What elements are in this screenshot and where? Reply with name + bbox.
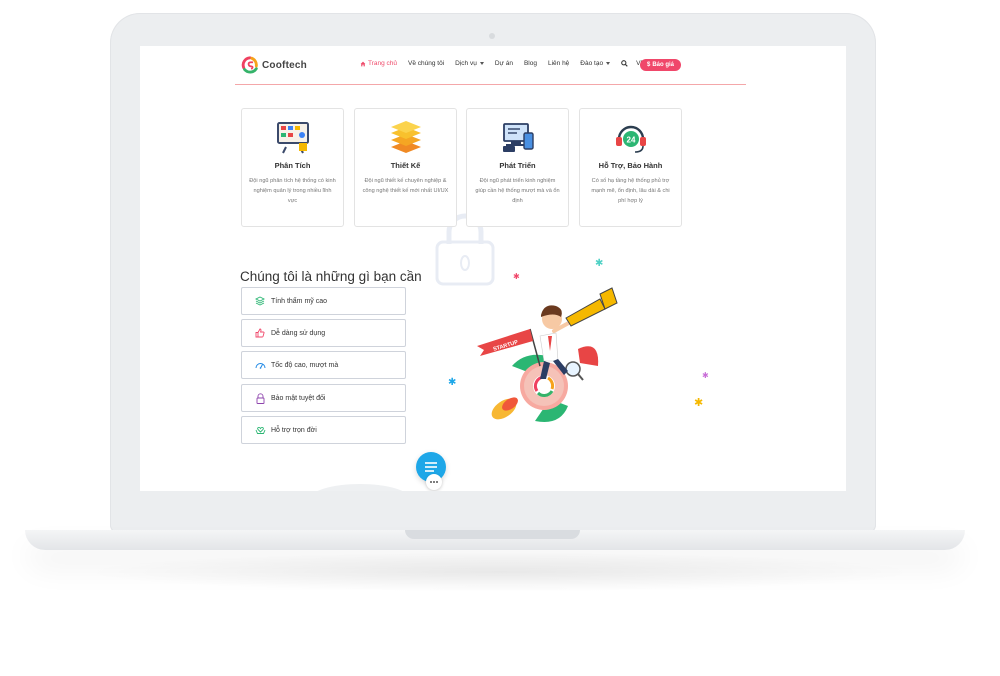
sparkle-icon: ✱ (694, 397, 703, 409)
search-button[interactable] (621, 60, 628, 67)
card-description: Đội ngũ thiết kế chuyên nghiệp & công ng… (362, 178, 449, 194)
site-logo[interactable]: Cooftech (241, 56, 307, 74)
nav-item-training[interactable]: Đào tạo (580, 60, 611, 67)
heart-hands-icon (254, 424, 266, 436)
nav-label: Trang chủ (368, 60, 398, 67)
chevron-down-icon (606, 62, 611, 65)
startup-rocket-illustration: ✱ ✱ ✱ ✱ ✱ STARTUP (448, 258, 709, 422)
sparkle-icon: ✱ (702, 371, 709, 380)
chat-typing-indicator[interactable] (426, 474, 442, 490)
header-divider (235, 84, 746, 85)
home-icon (360, 61, 366, 66)
feature-label: Dễ dàng sử dụng (271, 329, 326, 337)
feature-card-support[interactable]: 24 Hỗ Trợ, Bảo Hành Có số hạ tầng hệ thố… (579, 108, 682, 227)
feature-card-development[interactable]: Phát Triển Đội ngũ phát triển kinh nghiệ… (466, 108, 569, 227)
feature-item-aesthetics[interactable]: Tính thẩm mỹ cao (241, 287, 406, 315)
quote-button-label: Báo giá (652, 62, 675, 68)
feature-item-lifetime-support[interactable]: Hỗ trợ trọn đời (241, 416, 406, 444)
card-title: Thiết Kế (390, 161, 421, 170)
support-headset-icon: 24 (616, 125, 646, 153)
logo-text: Cooftech (262, 59, 307, 71)
dollar-icon: $ (647, 62, 651, 68)
main-nav: Trang chủ Về chúng tôi Dịch vụ Dự án Blo… (360, 60, 663, 67)
website-screen: Cooftech Trang chủ Về chúng tôi Dịch vụ … (140, 46, 846, 491)
feature-item-security[interactable]: Bảo mật tuyệt đối (241, 384, 406, 412)
nav-item-home[interactable]: Trang chủ (360, 60, 397, 67)
feature-card-design[interactable]: Thiết Kế Đội ngũ thiết kế chuyên nghiệp … (354, 108, 457, 227)
nav-label: Về chúng tôi (408, 60, 445, 67)
analysis-board-icon (277, 122, 309, 154)
support-badge: 24 (627, 136, 636, 145)
nav-label: Đào tạo (580, 60, 604, 67)
nav-label: Liên hệ (547, 60, 570, 67)
feature-label: Tốc độ cao, mượt mà (271, 361, 339, 369)
cooftech-logo-icon (241, 56, 258, 74)
lock-icon (254, 392, 266, 404)
nav-item-contact[interactable]: Liên hệ (548, 60, 569, 67)
card-description: Đội ngũ phát triển kinh nghiệm giúp cần … (475, 178, 560, 204)
card-description: Có số hạ tầng hệ thống phủ trợ mạnh mẽ, … (591, 178, 670, 204)
quote-button[interactable]: $ Báo giá (640, 59, 682, 71)
chevron-down-icon (479, 62, 484, 65)
decorative-curve (310, 484, 410, 491)
nav-item-services[interactable]: Dịch vụ (455, 60, 484, 67)
laptop-camera (489, 33, 495, 39)
nav-label: Dự án (494, 60, 513, 67)
card-title: Phân Tích (274, 161, 311, 170)
design-layers-icon (391, 121, 421, 153)
sparkle-icon: ✱ (448, 377, 456, 388)
thumbs-up-icon (254, 327, 266, 339)
nav-item-projects[interactable]: Dự án (495, 60, 513, 67)
search-icon (621, 60, 628, 67)
layers-icon (254, 295, 266, 307)
nav-label: Dịch vụ (455, 60, 477, 67)
sparkle-icon: ✱ (595, 258, 603, 269)
feature-card-analysis[interactable]: Phân Tích Đội ngũ phân tích hệ thống có … (241, 108, 344, 227)
feature-item-usability[interactable]: Dễ dàng sử dụng (241, 319, 406, 347)
feature-label: Tính thẩm mỹ cao (271, 297, 328, 305)
card-description: Đội ngũ phân tích hệ thống có kinh nghiệ… (249, 178, 336, 204)
feature-item-speed[interactable]: Tốc độ cao, mượt mà (241, 351, 406, 379)
more-dots-icon (430, 481, 438, 483)
laptop-notch (405, 530, 580, 539)
feature-label: Hỗ trợ trọn đời (271, 426, 317, 434)
nav-label: Blog (523, 60, 537, 67)
laptop-shadow (80, 552, 920, 592)
speedometer-icon (254, 359, 266, 371)
section-title: Chúng tôi là những gì bạn cần (240, 269, 422, 284)
sparkle-icon: ✱ (513, 272, 520, 281)
nav-item-blog[interactable]: Blog (524, 60, 537, 67)
nav-item-about[interactable]: Về chúng tôi (408, 60, 444, 67)
card-title: Hỗ Trợ, Bảo Hành (598, 161, 663, 170)
development-devices-icon (503, 123, 534, 152)
feature-label: Bảo mật tuyệt đối (271, 394, 326, 402)
card-title: Phát Triển (499, 161, 536, 170)
